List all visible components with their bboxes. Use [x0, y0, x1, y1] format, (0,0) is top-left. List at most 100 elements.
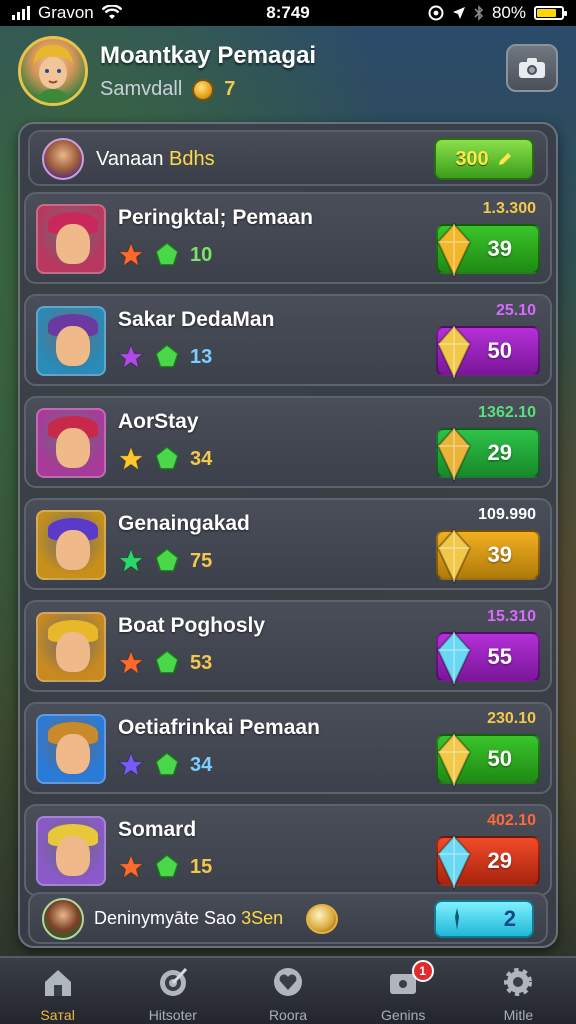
player-score: 1.3.300 [482, 200, 536, 217]
player-value: 39 [487, 236, 512, 261]
player-list: Peringktal; Pemaan 10 1.3.300 39 Sakar D… [24, 192, 552, 906]
footer-text-highlight: 3Sen [241, 908, 284, 928]
gem-icon [155, 344, 179, 368]
bottom-nav: Saтal Hitsoter Roora Genins 1 Mitle [0, 956, 576, 1024]
nav-item-chest[interactable]: Genins 1 [346, 958, 461, 1024]
nav-label: Roora [268, 1007, 308, 1023]
panel-header: Vanaan Bdhs 300 [28, 130, 548, 186]
player-avatar [36, 510, 106, 580]
location-icon [452, 7, 465, 19]
player-row[interactable]: Somard 15 402.10 29 [24, 804, 552, 896]
header-button-value: 300 [455, 147, 489, 170]
player-avatar [36, 816, 106, 886]
battery-icon [534, 6, 567, 20]
player-name: AorStay [118, 410, 199, 433]
nav-item-home[interactable]: Saтal [0, 958, 115, 1024]
panel-title-main: Vanaan [96, 148, 170, 170]
at-icon [428, 5, 444, 21]
panel-title-highlight: Bdhs [169, 148, 215, 170]
footer-button-value: 2 [503, 906, 516, 931]
star-icon [118, 752, 144, 778]
nav-item-target[interactable]: Hitsoter [115, 958, 230, 1024]
crystal-icon [436, 324, 472, 380]
player-value: 39 [487, 542, 512, 567]
leaderboard-panel: Vanaan Bdhs 300 Peringktal; Pemaan 10 1.… [18, 122, 558, 948]
carrier-label: Gravon [38, 3, 94, 22]
camera-icon [519, 58, 545, 78]
header-value-button[interactable]: 300 [434, 138, 534, 180]
player-value-button[interactable]: 29 [436, 834, 540, 890]
wifi-icon [101, 5, 122, 19]
player-name: Somard [118, 818, 197, 841]
star-icon [118, 446, 144, 472]
panel-title: Vanaan Bdhs [96, 148, 215, 171]
footer-action-button[interactable]: 2 [434, 900, 534, 938]
signal-icon [12, 6, 30, 20]
nav-label: Mitle [503, 1007, 534, 1023]
player-score: 230.10 [487, 710, 536, 727]
nav-label: Hitsoter [148, 1007, 197, 1023]
star-icon [118, 344, 144, 370]
star-icon [118, 854, 144, 880]
player-score: 402.10 [487, 812, 536, 829]
player-row[interactable]: Peringktal; Pemaan 10 1.3.300 39 [24, 192, 552, 284]
player-avatar [36, 204, 106, 274]
player-value-button[interactable]: 39 [436, 222, 540, 278]
medal-icon [306, 904, 338, 934]
gem-icon [155, 446, 179, 470]
nav-item-gear[interactable]: Mitle [461, 958, 576, 1024]
crystal-icon [436, 834, 472, 890]
notification-badge: 1 [411, 960, 434, 982]
crystal-icon [436, 528, 472, 584]
player-value-button[interactable]: 50 [436, 324, 540, 380]
battery-percent: 80% [491, 3, 526, 22]
player-row[interactable]: AorStay 34 1362.10 29 [24, 396, 552, 488]
player-value-button[interactable]: 29 [436, 426, 540, 482]
player-value: 50 [487, 746, 512, 771]
gem-icon [155, 854, 179, 878]
bluetooth-icon [474, 5, 484, 21]
target-icon [156, 966, 190, 1003]
nav-item-heart[interactable]: Roora [230, 958, 345, 1024]
player-value: 55 [487, 644, 512, 669]
status-bar: Gravon 8:749 80% [0, 0, 576, 26]
player-score: 25.10 [495, 302, 536, 319]
player-stat: 15 [190, 855, 213, 878]
home-icon [41, 966, 75, 1003]
crystal-icon [436, 630, 472, 686]
player-value-button[interactable]: 55 [436, 630, 540, 686]
star-icon [118, 242, 144, 268]
spark-icon [455, 908, 459, 930]
player-value-button[interactable]: 39 [436, 528, 540, 584]
player-row[interactable]: Boat Poghosly 53 15.310 55 [24, 600, 552, 692]
panel-footer: Deninymyāte Sao 3Sen 2 [28, 892, 548, 944]
player-stat: 10 [190, 243, 213, 266]
player-avatar [36, 612, 106, 682]
player-row[interactable]: Oetiafrinkai Pemaan 34 230.10 50 [24, 702, 552, 794]
player-row[interactable]: Sakar DedaMan 13 25.10 50 [24, 294, 552, 386]
camera-button[interactable] [506, 44, 558, 92]
player-row[interactable]: Genaingakad 75 109.990 39 [24, 498, 552, 590]
player-value-button[interactable]: 50 [436, 732, 540, 788]
player-score: 15.310 [487, 608, 536, 625]
header-avatar [42, 138, 84, 180]
profile-subtitle: Samvdall [100, 78, 183, 100]
player-avatar [36, 306, 106, 376]
player-name: Sakar DedaMan [118, 308, 275, 331]
gem-icon [155, 752, 179, 776]
player-value: 29 [487, 848, 512, 873]
footer-avatar [42, 898, 84, 940]
avatar[interactable] [18, 36, 88, 106]
gem-icon [155, 548, 179, 572]
gear-icon [501, 966, 535, 1003]
player-stat: 53 [190, 651, 213, 674]
profile-header: Moantkay Pemagai Samvdall 7 [18, 36, 558, 108]
nav-label: Genins [381, 1007, 426, 1023]
player-name: Peringktal; Pemaan [118, 206, 313, 229]
profile-level: 7 [224, 78, 236, 100]
player-avatar [36, 408, 106, 478]
profile-name: Moantkay Pemagai [100, 42, 317, 69]
player-score: 109.990 [478, 506, 536, 523]
footer-text: Deninymyāte Sao 3Sen [94, 908, 283, 929]
heart-icon [271, 966, 305, 1003]
